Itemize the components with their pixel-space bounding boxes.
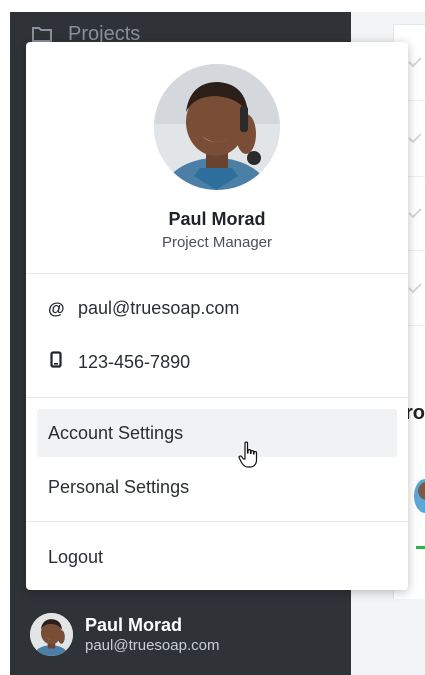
account-settings-item[interactable]: Account Settings: [37, 409, 397, 457]
profile-avatar: [154, 64, 280, 190]
checkbox[interactable]: [405, 52, 425, 72]
hand-cursor-icon: [238, 441, 260, 474]
profile-role: Project Manager: [161, 234, 273, 251]
profile-name: Paul Morad: [168, 209, 266, 229]
current-user[interactable]: Paul Morad paul@truesoap.com: [30, 613, 219, 656]
checkbox[interactable]: [405, 278, 425, 298]
user-email: paul@truesoap.com: [85, 636, 220, 654]
phone-text: 123-456-7890: [78, 351, 191, 372]
at-icon: @: [48, 298, 65, 318]
checkbox[interactable]: [405, 128, 425, 148]
checkbox[interactable]: [405, 203, 425, 223]
divider: [26, 521, 408, 522]
phone-icon: [48, 351, 64, 373]
email-row[interactable]: @ paul@truesoap.com: [48, 298, 239, 319]
profile-popover: Paul Morad Project Manager @ paul@trueso…: [26, 42, 408, 590]
logout-item[interactable]: Logout: [37, 533, 397, 581]
progress-bar: [416, 546, 425, 549]
user-name: Paul Morad: [85, 614, 183, 635]
section-heading-partial: ro: [405, 402, 425, 424]
email-text: paul@truesoap.com: [78, 298, 240, 318]
folder-icon: [32, 26, 52, 42]
divider: [26, 397, 408, 398]
phone-row[interactable]: 123-456-7890: [48, 351, 190, 373]
personal-settings-item[interactable]: Personal Settings: [37, 463, 397, 511]
avatar: [30, 613, 73, 656]
divider: [26, 273, 408, 274]
